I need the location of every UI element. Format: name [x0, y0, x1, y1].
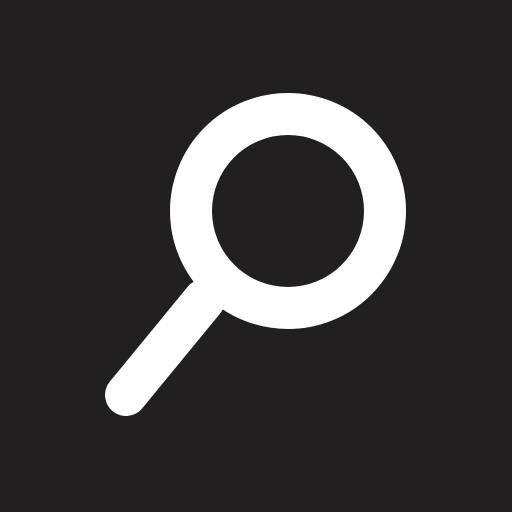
- search-icon: [105, 93, 406, 416]
- app-icon-canvas: [0, 0, 512, 512]
- search-button[interactable]: [0, 0, 512, 512]
